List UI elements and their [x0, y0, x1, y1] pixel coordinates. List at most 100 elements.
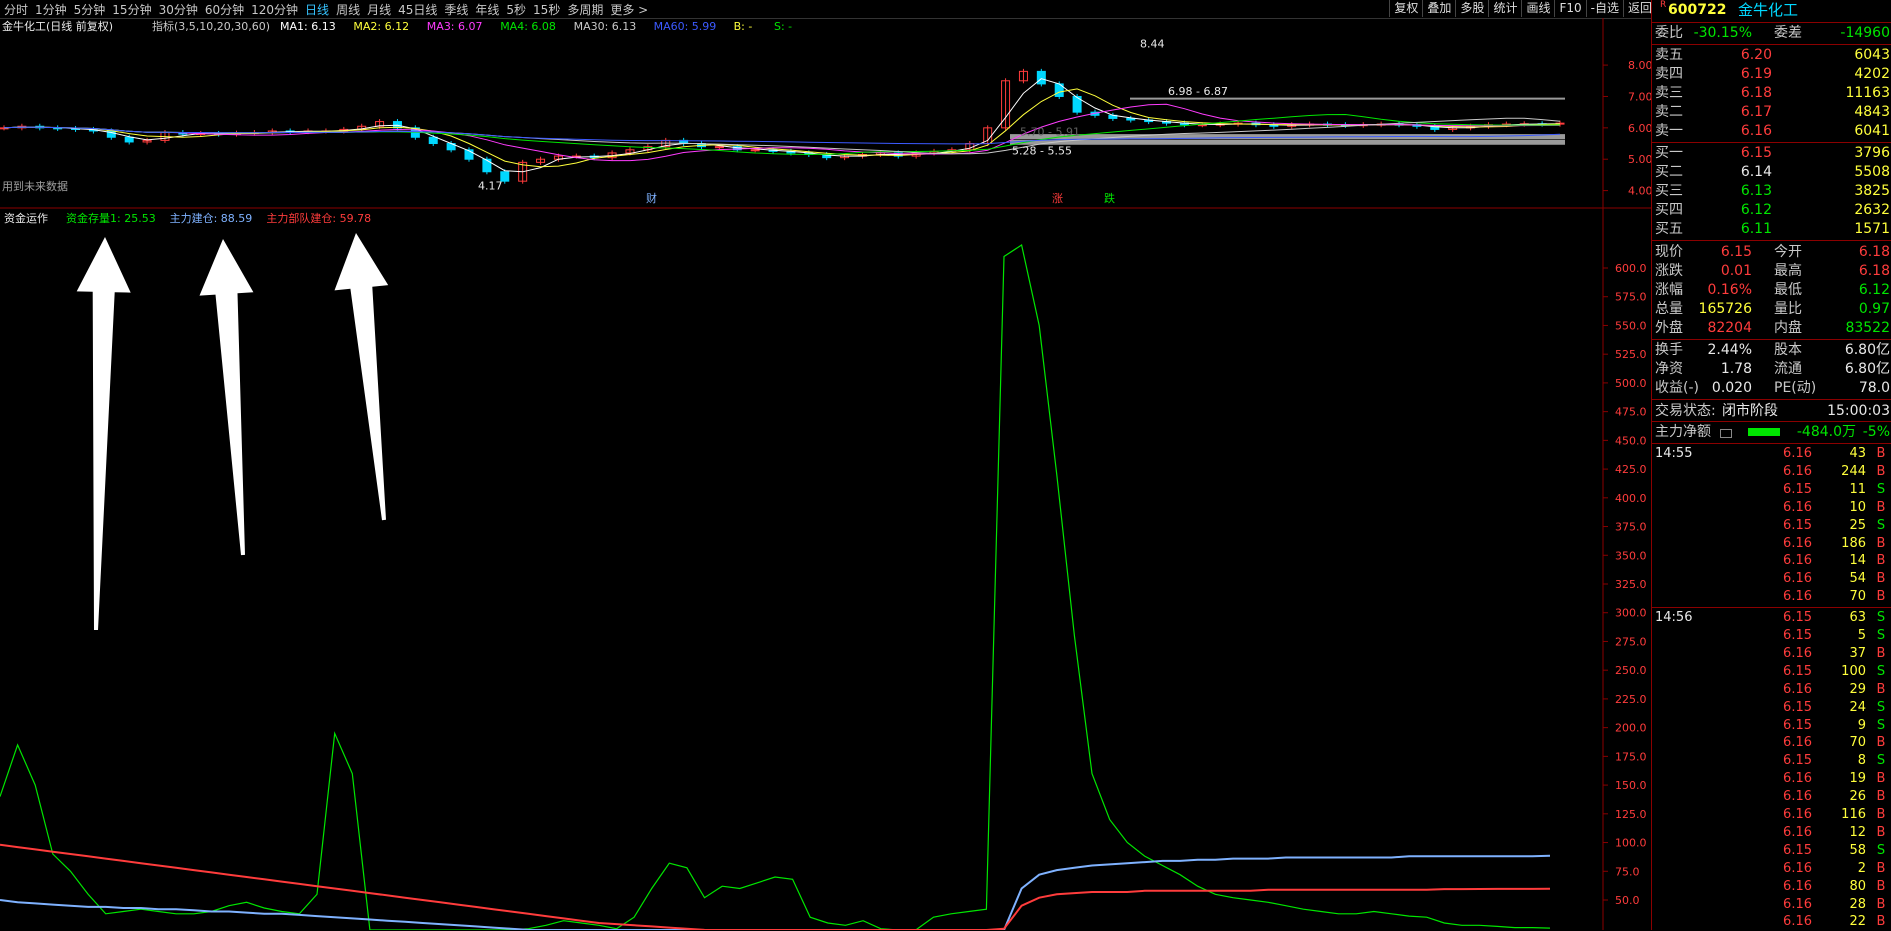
period-tab[interactable]: 分时	[4, 1, 28, 18]
tick-price: 6.16	[1783, 446, 1812, 461]
tick-volume: 63	[1849, 610, 1866, 626]
period-tab[interactable]: 60分钟	[205, 1, 244, 18]
tick-direction: B	[1876, 681, 1886, 697]
period-tab[interactable]: 1分钟	[35, 1, 67, 18]
tick-volume: 28	[1849, 896, 1866, 912]
tick-row: 6.15 9 S	[1652, 717, 1891, 735]
period-tab[interactable]: 年线	[475, 1, 499, 18]
chart-title: 金牛化工(日线 前复权)	[2, 19, 113, 33]
period-tab[interactable]: 5分钟	[74, 1, 106, 18]
period-tab[interactable]: 周线	[336, 1, 360, 18]
ask-row[interactable]: 卖三 6.18 11163	[1652, 84, 1891, 102]
chart-area[interactable]: 金牛化工(日线 前复权) 指标(3,5,10,20,30,60) MA1: 6.13…	[0, 18, 1651, 930]
period-tab[interactable]: 45日线	[398, 1, 437, 18]
toolbar-button[interactable]: F10	[1554, 0, 1585, 17]
stat-value: 6.18	[1858, 244, 1890, 260]
kline-and-indicator-svg[interactable]: 金牛化工(日线 前复权) 指标(3,5,10,20,30,60) MA1: 6.13…	[0, 18, 1651, 930]
tick-row: 6.15 25 S	[1652, 517, 1891, 535]
tick-price: 6.16	[1783, 860, 1812, 876]
bid-row[interactable]: 买三 6.13 3825	[1652, 182, 1891, 200]
tick-row: 6.15 24 S	[1652, 699, 1891, 717]
weibi-label: 委比	[1655, 25, 1683, 41]
bid-volume: 3796	[1854, 145, 1890, 161]
toolbar-button[interactable]: 叠加	[1422, 0, 1455, 17]
toolbar-button[interactable]: -自选	[1585, 0, 1623, 17]
ma-label: S: -	[774, 20, 792, 33]
indicator-name: 指标(3,5,10,20,30,60)	[152, 19, 270, 33]
ask-row[interactable]: 卖五 6.20 6043	[1652, 46, 1891, 64]
indicator-label: 主力建仓: 88.59	[170, 211, 253, 225]
bid-row[interactable]: 买四 6.12 2632	[1652, 201, 1891, 219]
price-tick-label: 8.00	[1628, 59, 1651, 72]
stock-code: 600722	[1668, 2, 1727, 18]
ask-volume: 4843	[1854, 104, 1890, 120]
tick-direction: B	[1876, 645, 1886, 661]
tick-row: 6.15 58 S	[1652, 842, 1891, 860]
indicator-tick-label: 225.0	[1615, 693, 1647, 706]
range-label: 5.70 - 5.91	[1020, 125, 1080, 138]
ask-row[interactable]: 卖四 6.19 4202	[1652, 65, 1891, 83]
bid-label: 买二	[1655, 164, 1683, 180]
tick-row: 6.16 244 B	[1652, 463, 1891, 481]
indicator-tick-label: 425.0	[1615, 463, 1647, 476]
tick-volume: 22	[1849, 914, 1866, 930]
indicator-label: 资金存量1: 25.53	[66, 211, 156, 225]
period-tab[interactable]: 日线	[305, 1, 329, 18]
tick-volume: 58	[1849, 842, 1866, 858]
bid-row[interactable]: 买五 6.11 1571	[1652, 220, 1891, 238]
stat-value: 6.12	[1858, 282, 1890, 298]
period-tab[interactable]: 15秒	[533, 1, 560, 18]
toolbar-button[interactable]: 复权	[1389, 0, 1422, 17]
tick-volume: 37	[1849, 645, 1866, 661]
period-tab[interactable]: 月线	[367, 1, 391, 18]
period-tab[interactable]: 多周期	[567, 1, 603, 18]
indicator-label: 主力部队建仓: 59.78	[266, 211, 371, 225]
tick-time: 14:55	[1655, 446, 1693, 461]
tick-price: 6.15	[1783, 842, 1812, 858]
period-tab[interactable]: 5秒	[506, 1, 526, 18]
indicator-tick-label: 400.0	[1615, 492, 1647, 505]
tick-row: 6.16 28 B	[1652, 896, 1891, 914]
tick-direction: B	[1876, 463, 1886, 479]
period-tab[interactable]: 120分钟	[251, 1, 298, 18]
period-tab[interactable]: 30分钟	[159, 1, 198, 18]
bid-row[interactable]: 买二 6.14 5508	[1652, 163, 1891, 181]
tick-row: 6.16 80 B	[1652, 878, 1891, 896]
stat-row: 净资 1.78 流通 6.80亿	[1652, 360, 1891, 378]
period-tab[interactable]: 季线	[444, 1, 468, 18]
period-tab[interactable]: 更多 >	[610, 1, 648, 18]
ask-row[interactable]: 卖二 6.17 4843	[1652, 103, 1891, 121]
stat-label: 股本	[1774, 342, 1802, 358]
indicator-tick-label: 575.0	[1615, 291, 1647, 304]
indicator-tick-label: 500.0	[1615, 377, 1647, 390]
weicha-value: -14960	[1840, 25, 1890, 41]
stat-row: 总量 165726 量比 0.97	[1652, 300, 1891, 318]
bid-volume: 5508	[1854, 164, 1890, 180]
tick-price: 6.15	[1783, 517, 1812, 533]
tick-volume: 8	[1857, 753, 1866, 769]
toolbar-button[interactable]: 统计	[1488, 0, 1521, 17]
period-tab[interactable]: 15分钟	[112, 1, 151, 18]
list-icon[interactable]	[1720, 429, 1732, 438]
bid-row[interactable]: 买一 6.15 3796	[1652, 144, 1891, 162]
stat-value: 0.01	[1720, 263, 1752, 279]
toolbar-button[interactable]: 画线	[1521, 0, 1554, 17]
tick-price: 6.16	[1783, 645, 1812, 661]
tick-row: 6.16 10 B	[1652, 499, 1891, 517]
tick-direction: B	[1876, 878, 1886, 894]
tick-volume: 100	[1841, 663, 1866, 679]
stat-row: 涨幅 0.16% 最低 6.12	[1652, 281, 1891, 299]
ask-row[interactable]: 卖一 6.16 6041	[1652, 122, 1891, 140]
event-marker-zhang: 涨	[1052, 192, 1063, 205]
ask-price: 6.19	[1740, 66, 1772, 82]
tick-time: 14:56	[1655, 610, 1693, 626]
weibi-row: 委比 -30.15% 委差 -14960	[1652, 24, 1891, 42]
stat-label: 今开	[1774, 244, 1802, 260]
tick-direction: B	[1876, 914, 1886, 930]
toolbar-button[interactable]: 多股	[1455, 0, 1488, 17]
trade-time: 15:00:03	[1827, 403, 1890, 419]
ask-label: 卖一	[1655, 123, 1683, 139]
candle-body	[1197, 124, 1207, 127]
ask-label: 卖五	[1655, 47, 1683, 63]
tick-price: 6.15	[1783, 481, 1812, 497]
